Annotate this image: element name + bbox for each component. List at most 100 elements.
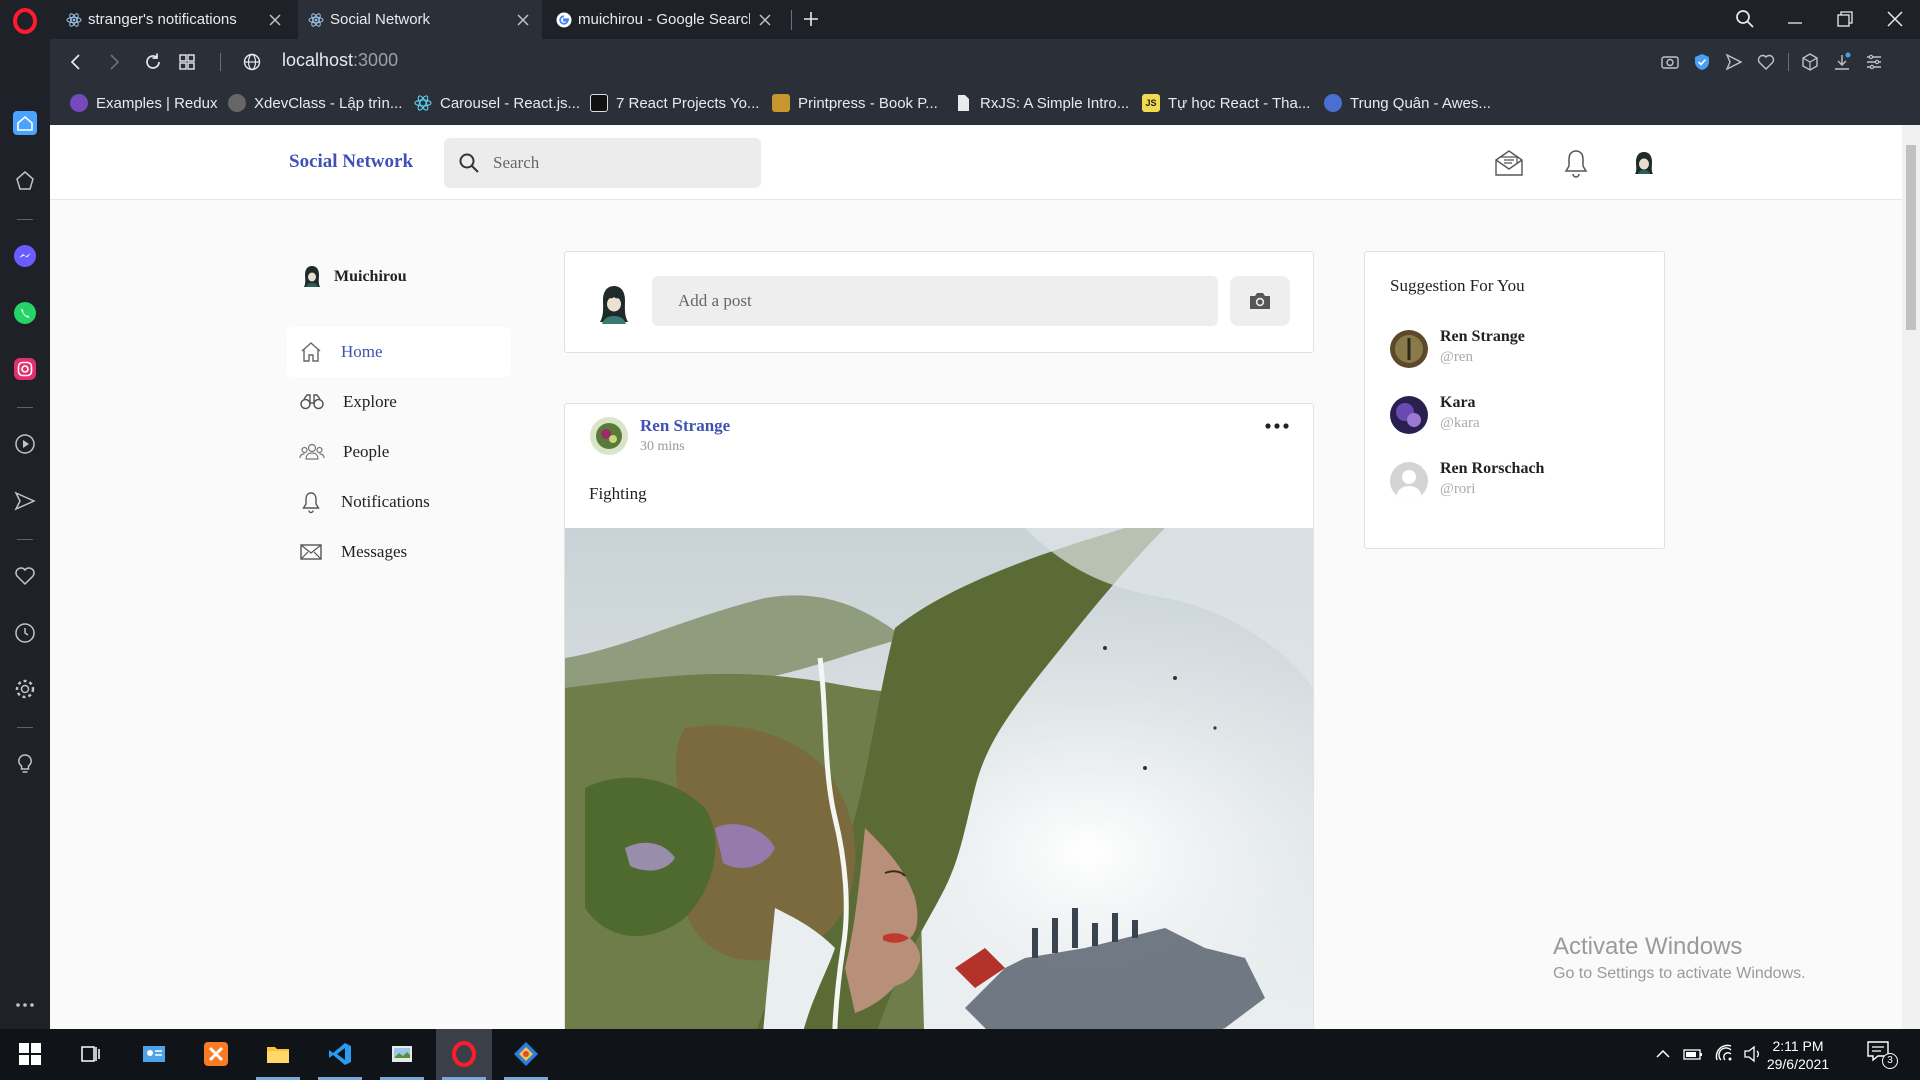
scrollbar-thumb[interactable]	[1906, 145, 1916, 330]
people-icon	[299, 443, 325, 460]
bookmark-trung-quan[interactable]: Trung Quân - Awes...	[1324, 94, 1491, 112]
new-tab-icon[interactable]	[801, 9, 821, 29]
tab-grid-icon[interactable]	[176, 51, 198, 73]
menu-item-notifications[interactable]: Notifications	[287, 477, 511, 527]
search-input[interactable]	[493, 138, 743, 188]
more-options-icon[interactable]	[1262, 418, 1292, 434]
folder-icon	[267, 1047, 289, 1063]
profile-avatar[interactable]	[1628, 147, 1660, 179]
messages-envelope-icon[interactable]	[1493, 147, 1525, 179]
taskbar-app-opera[interactable]	[436, 1029, 492, 1080]
player-icon[interactable]	[13, 432, 37, 456]
download-icon[interactable]	[1832, 52, 1852, 72]
taskbar-app-contacts[interactable]	[126, 1029, 182, 1080]
vpn-shield-icon[interactable]	[1692, 52, 1712, 72]
menu-item-home[interactable]: Home	[287, 327, 511, 377]
close-window-icon[interactable]	[1884, 8, 1906, 30]
more-dots-icon[interactable]	[13, 993, 37, 1017]
tab-social-network[interactable]: Social Network	[298, 0, 542, 39]
task-view-button[interactable]	[62, 1029, 118, 1080]
restore-icon[interactable]	[1834, 8, 1856, 30]
battery-icon[interactable]	[1682, 1043, 1704, 1065]
user-avatar	[304, 266, 320, 287]
page-scrollbar[interactable]	[1902, 125, 1920, 1029]
forward-icon[interactable]	[103, 51, 125, 73]
close-tab-icon[interactable]	[268, 13, 282, 27]
taskbar-app-git[interactable]	[498, 1029, 554, 1080]
easy-setup-icon[interactable]	[1864, 52, 1884, 72]
bell-icon	[302, 492, 320, 514]
taskbar-app-file-explorer[interactable]	[250, 1029, 306, 1080]
bookmark-redux[interactable]: Examples | Redux	[70, 94, 217, 112]
start-button[interactable]	[2, 1029, 58, 1080]
globe-icon[interactable]	[241, 51, 263, 73]
back-icon[interactable]	[65, 51, 87, 73]
bookmark-tu-hoc-react[interactable]: JS Tự học React - Tha...	[1142, 94, 1310, 112]
taskbar-app-paint[interactable]	[374, 1029, 430, 1080]
tab-google-search[interactable]: muichirou - Google Search	[546, 0, 784, 39]
reload-icon[interactable]	[142, 51, 164, 73]
activate-title: Activate Windows	[1553, 933, 1743, 960]
bookmark-react-projects[interactable]: 7 React Projects Yo...	[590, 94, 759, 112]
toolbar-divider	[1788, 53, 1789, 71]
settings-gear-icon[interactable]	[13, 677, 37, 701]
minimize-icon[interactable]	[1784, 8, 1806, 30]
contact-card-icon	[143, 1046, 165, 1062]
pinboard-icon[interactable]	[13, 169, 37, 193]
ren-strange-avatar-image	[1390, 330, 1428, 368]
messenger-icon[interactable]	[13, 244, 37, 268]
post-author-name[interactable]: Ren Strange	[640, 416, 730, 436]
add-photo-button[interactable]	[1230, 276, 1290, 326]
react-icon	[414, 95, 432, 111]
suggestion-item[interactable]: Kara @kara	[1390, 394, 1650, 442]
user-avatar	[600, 286, 628, 324]
bookmark-printpress[interactable]: Printpress - Book P...	[772, 94, 938, 112]
url-field[interactable]: localhost:3000	[282, 50, 398, 71]
lightbulb-icon[interactable]	[13, 752, 37, 776]
sidebar-profile[interactable]: Muichirou	[302, 265, 407, 289]
app-top-nav: Social Network	[50, 125, 1902, 200]
menu-item-explore[interactable]: Explore	[287, 377, 511, 427]
suggestions-card: Suggestion For You Ren Strange @ren Kara…	[1364, 251, 1665, 549]
send-icon[interactable]	[1724, 52, 1744, 72]
post-author-avatar[interactable]	[590, 417, 628, 455]
clock-time: 2:11 PM	[1772, 1038, 1824, 1054]
bookmark-rxjs[interactable]: RxJS: A Simple Intro...	[954, 94, 1129, 112]
author-avatar-image	[590, 417, 628, 455]
whatsapp-icon[interactable]	[13, 301, 37, 325]
history-clock-icon[interactable]	[13, 621, 37, 645]
bookmark-carousel[interactable]: Carousel - React.js...	[414, 94, 580, 112]
menu-item-messages[interactable]: Messages	[287, 527, 511, 577]
menu-item-people[interactable]: People	[287, 427, 511, 477]
system-clock[interactable]: 2:11 PM 29/6/2021	[1760, 1037, 1836, 1073]
suggestion-item[interactable]: Ren Strange @ren	[1390, 328, 1650, 376]
paint-icon	[392, 1046, 412, 1062]
search-tabs-icon[interactable]	[1734, 8, 1756, 30]
my-flow-icon[interactable]	[13, 489, 37, 513]
search-box[interactable]	[444, 138, 761, 188]
speed-dial-home-icon[interactable]	[13, 111, 37, 135]
tab-notifications[interactable]: stranger's notifications	[56, 0, 294, 39]
suggestion-item[interactable]: Ren Rorschach @rori	[1390, 460, 1650, 508]
extensions-cube-icon[interactable]	[1800, 52, 1820, 72]
notification-count-badge: 3	[1882, 1053, 1898, 1069]
bookmark-xdevclass[interactable]: XdevClass - Lập trìn...	[228, 94, 402, 112]
show-hidden-icons-chevron-icon[interactable]	[1652, 1043, 1674, 1065]
taskbar-app-vscode[interactable]	[312, 1029, 368, 1080]
suggestion-avatar	[1390, 330, 1428, 368]
taskbar-app-xampp[interactable]	[188, 1029, 244, 1080]
opera-logo-icon[interactable]	[12, 8, 38, 34]
heart-icon[interactable]	[1756, 52, 1776, 72]
notifications-bell-icon[interactable]	[1560, 147, 1592, 179]
brand-logo[interactable]: Social Network	[289, 151, 413, 173]
post-image[interactable]	[565, 528, 1313, 1029]
wifi-icon[interactable]	[1714, 1043, 1736, 1065]
binoculars-icon	[300, 394, 324, 410]
action-center-button[interactable]: 3	[1866, 1039, 1898, 1069]
close-tab-icon[interactable]	[758, 13, 772, 27]
camera-snapshot-icon[interactable]	[1660, 52, 1680, 72]
instagram-icon[interactable]	[13, 357, 37, 381]
add-post-input[interactable]	[652, 276, 1218, 326]
bookmarks-heart-icon[interactable]	[13, 564, 37, 588]
close-tab-icon[interactable]	[516, 13, 530, 27]
